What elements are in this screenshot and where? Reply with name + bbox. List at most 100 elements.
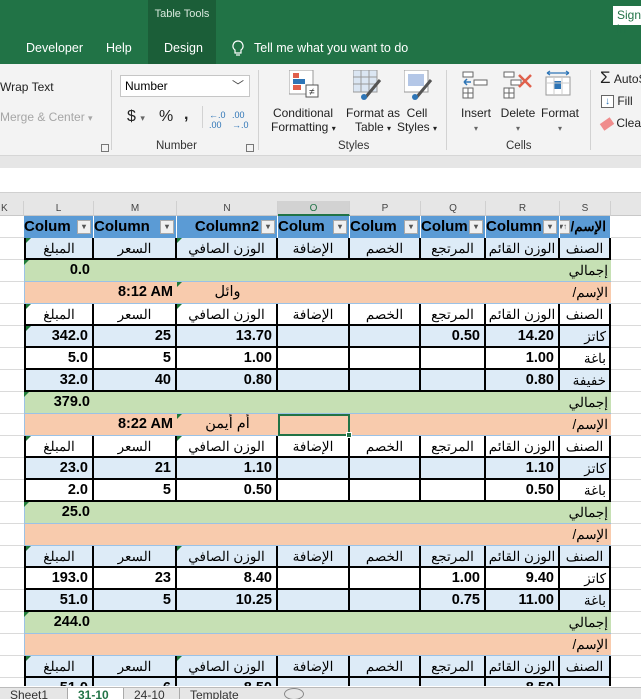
field-label-discount[interactable]: الخصم <box>350 436 421 458</box>
listed-weight-cell[interactable]: 1.10 <box>486 458 560 480</box>
field-label-returned[interactable]: المرتجع <box>421 546 486 568</box>
price-cell[interactable]: 5 <box>94 348 177 370</box>
listed-weight-cell[interactable]: 14.20 <box>486 326 560 348</box>
addition-cell[interactable] <box>278 568 350 590</box>
table-header-cell[interactable]: الإسم/↑▾ <box>560 216 611 238</box>
table-header-cell[interactable]: Colum ▾ <box>278 216 350 238</box>
sheet-tab[interactable]: Sheet1 <box>0 688 68 699</box>
item-name-cell[interactable] <box>560 678 611 686</box>
decrease-decimal-button[interactable]: .00 →.0 <box>232 110 249 130</box>
filter-dropdown-icon[interactable]: ▾ <box>333 220 347 234</box>
returned-cell[interactable] <box>421 480 486 502</box>
item-name-cell[interactable]: باغة <box>560 590 611 612</box>
discount-cell[interactable] <box>350 678 421 686</box>
column-header-o[interactable]: O <box>278 201 350 216</box>
field-label-discount[interactable]: الخصم <box>350 656 421 678</box>
total-label-cell[interactable]: إجمالي <box>560 612 611 634</box>
name-row-band[interactable] <box>24 634 611 656</box>
add-sheet-icon[interactable] <box>284 688 304 699</box>
field-label-net-weight[interactable]: الوزن الصافي <box>177 546 278 568</box>
listed-weight-cell[interactable]: 0.80 <box>486 370 560 392</box>
percent-button[interactable]: % <box>159 108 173 126</box>
field-label-returned[interactable]: المرتجع <box>421 436 486 458</box>
field-label-discount[interactable]: الخصم <box>350 238 421 260</box>
discount-cell[interactable] <box>350 590 421 612</box>
field-label-net-weight[interactable]: الوزن الصافي <box>177 656 278 678</box>
formula-bar[interactable] <box>0 168 641 193</box>
listed-weight-cell[interactable]: 1.00 <box>486 348 560 370</box>
price-cell[interactable]: 25 <box>94 326 177 348</box>
column-header-p[interactable]: P <box>350 201 421 216</box>
field-label-price[interactable]: السعر <box>94 546 177 568</box>
filter-dropdown-icon[interactable]: ▾ <box>77 220 91 234</box>
amount-cell[interactable]: 51.0 <box>24 678 94 686</box>
delete-button[interactable]: Delete ▾ <box>500 106 536 134</box>
field-label-discount[interactable]: الخصم <box>350 304 421 326</box>
addition-cell[interactable] <box>278 326 350 348</box>
item-name-cell[interactable]: كاتز <box>560 458 611 480</box>
field-label-net-weight[interactable]: الوزن الصافي <box>177 238 278 260</box>
field-label-amount[interactable]: المبلغ <box>24 546 94 568</box>
column-header-q[interactable]: Q <box>421 201 486 216</box>
tab-help[interactable]: Help <box>106 41 132 55</box>
number-format-select[interactable]: Number ﹀ <box>120 75 250 97</box>
field-label-amount[interactable]: المبلغ <box>24 656 94 678</box>
field-label-returned[interactable]: المرتجع <box>421 304 486 326</box>
fill-button[interactable]: ↓ Fill <box>601 94 633 109</box>
field-label-listed-weight[interactable]: الوزن القائم <box>486 238 560 260</box>
net-weight-cell[interactable]: 1.10 <box>177 458 278 480</box>
field-label-returned[interactable]: المرتجع <box>421 656 486 678</box>
total-label-cell[interactable]: إجمالي <box>560 260 611 282</box>
merge-center-button[interactable]: Merge & Center ▾ <box>0 110 93 124</box>
total-row-band[interactable] <box>24 392 611 414</box>
comma-style-button[interactable]: , <box>184 106 188 124</box>
amount-cell[interactable]: 51.0 <box>24 590 94 612</box>
price-cell[interactable]: 40 <box>94 370 177 392</box>
sheet-tab[interactable]: Template <box>180 688 280 699</box>
field-label-addition[interactable]: الإضافة <box>278 304 350 326</box>
tell-me-search[interactable]: Tell me what you want to do <box>232 40 408 56</box>
insert-button[interactable]: Insert ▾ <box>460 106 492 134</box>
field-label-price[interactable]: السعر <box>94 238 177 260</box>
filter-dropdown-icon[interactable]: ▾ <box>160 220 174 234</box>
name-label-cell[interactable]: الإسم/ <box>560 282 611 304</box>
discount-cell[interactable] <box>350 458 421 480</box>
total-row-band[interactable] <box>24 260 611 282</box>
field-label-price[interactable]: السعر <box>94 304 177 326</box>
name-row-band[interactable] <box>24 524 611 546</box>
returned-cell[interactable]: 0.50 <box>421 326 486 348</box>
amount-cell[interactable]: 193.0 <box>24 568 94 590</box>
name-label-cell[interactable]: الإسم/ <box>560 634 611 656</box>
amount-cell[interactable]: 2.0 <box>24 480 94 502</box>
currency-button[interactable]: $ ▾ <box>127 108 145 126</box>
table-header-cell[interactable]: Column ▾ <box>486 216 560 238</box>
filter-dropdown-icon[interactable]: ▾ <box>469 220 483 234</box>
addition-cell[interactable] <box>278 348 350 370</box>
name-label-cell[interactable]: الإسم/ <box>560 524 611 546</box>
listed-weight-cell[interactable]: 0.50 <box>486 480 560 502</box>
total-amount-cell[interactable]: 379.0 <box>24 392 94 414</box>
table-header-cell[interactable]: Column2 ▾ <box>177 216 278 238</box>
format-button[interactable]: Format ▾ <box>540 106 580 134</box>
field-label-listed-weight[interactable]: الوزن القائم <box>486 656 560 678</box>
discount-cell[interactable] <box>350 348 421 370</box>
sheet-tab-active[interactable]: 31-10 <box>68 688 124 699</box>
column-header-k[interactable]: K <box>0 201 24 216</box>
returned-cell[interactable] <box>421 348 486 370</box>
listed-weight-cell[interactable]: 9.40 <box>486 568 560 590</box>
listed-weight-cell[interactable]: 11.00 <box>486 590 560 612</box>
customer-name-cell[interactable]: أم أيمن <box>177 414 278 436</box>
clear-button[interactable]: Clear <box>599 116 641 131</box>
tab-developer[interactable]: Developer <box>26 41 83 55</box>
amount-cell[interactable]: 342.0 <box>24 326 94 348</box>
field-label-item[interactable]: الصنف <box>560 436 611 458</box>
field-label-item[interactable]: الصنف <box>560 304 611 326</box>
sort-filter-dropdown-icon[interactable]: ↑▾ <box>560 220 570 234</box>
field-label-item[interactable]: الصنف <box>560 546 611 568</box>
number-launcher-icon[interactable] <box>246 144 254 152</box>
returned-cell[interactable]: 1.00 <box>421 568 486 590</box>
total-row-band[interactable] <box>24 612 611 634</box>
item-name-cell[interactable]: كاتز <box>560 326 611 348</box>
total-row-band[interactable] <box>24 502 611 524</box>
total-label-cell[interactable]: إجمالي <box>560 392 611 414</box>
